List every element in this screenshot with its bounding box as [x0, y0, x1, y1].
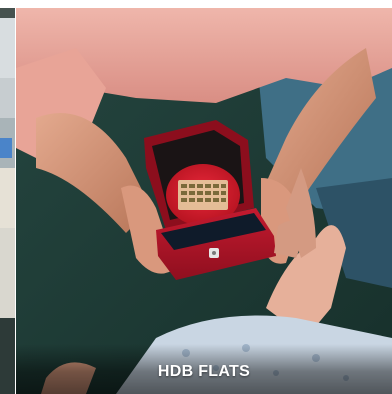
hdb-flats-card[interactable]: HDB FLATS — [16, 8, 392, 394]
previous-card-image — [0, 8, 15, 394]
card-caption: HDB FLATS — [157, 363, 251, 380]
page-frame: HDB FLATS — [0, 0, 392, 394]
caption-bar: HDB FLATS — [16, 344, 392, 394]
previous-card-edge[interactable] — [0, 8, 15, 394]
ring-box-photo — [16, 8, 392, 394]
